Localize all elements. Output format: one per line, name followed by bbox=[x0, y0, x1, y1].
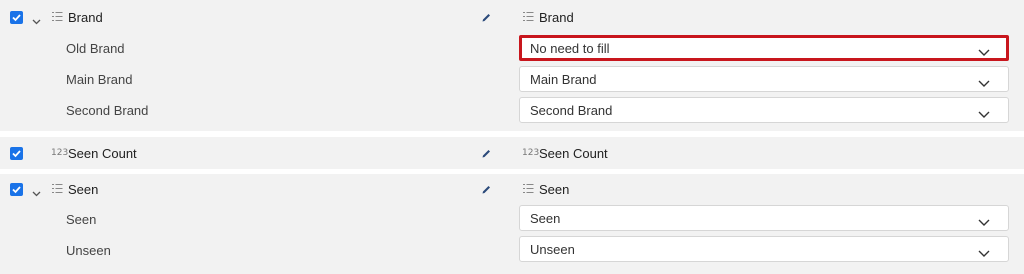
select-value: Second Brand bbox=[530, 103, 613, 118]
list-type-icon bbox=[522, 183, 534, 197]
field-group-seen: Seen Seen Seen Seen Unseen Unseen bbox=[0, 174, 1024, 274]
value-label: Main Brand bbox=[66, 72, 133, 87]
pencil-icon[interactable] bbox=[481, 11, 492, 26]
value-row: Seen Seen bbox=[0, 204, 1024, 235]
pencil-icon[interactable] bbox=[481, 183, 492, 198]
list-type-icon bbox=[51, 183, 63, 197]
mapped-field-name: Brand bbox=[539, 10, 574, 25]
value-label: Seen bbox=[66, 212, 97, 227]
field-name: Seen Count bbox=[68, 146, 137, 161]
value-select[interactable]: Unseen bbox=[519, 236, 1009, 262]
value-row: Second Brand Second Brand bbox=[0, 95, 1024, 126]
value-select[interactable]: Main Brand bbox=[519, 66, 1009, 92]
number-type-icon: 123 bbox=[522, 148, 540, 158]
checkbox-seen-count[interactable] bbox=[10, 147, 23, 160]
checkbox-seen[interactable] bbox=[10, 183, 23, 196]
field-row-seen: Seen Seen bbox=[0, 174, 1024, 205]
value-label: Old Brand bbox=[66, 41, 125, 56]
field-name: Brand bbox=[68, 10, 103, 25]
chevron-down-icon bbox=[978, 245, 990, 260]
field-group-brand: Brand Brand Old Brand No need to fill Ma… bbox=[0, 0, 1024, 131]
value-row: Unseen Unseen bbox=[0, 235, 1024, 266]
pencil-icon[interactable] bbox=[481, 147, 492, 162]
value-row: Main Brand Main Brand bbox=[0, 64, 1024, 95]
select-value: Seen bbox=[530, 211, 561, 226]
chevron-down-icon[interactable] bbox=[32, 185, 41, 200]
field-group-seen-count: 123 Seen Count 123 Seen Count bbox=[0, 137, 1024, 169]
value-select[interactable]: No need to fill bbox=[519, 35, 1009, 61]
value-row: Old Brand No need to fill bbox=[0, 33, 1024, 64]
field-row-seen-count: 123 Seen Count 123 Seen Count bbox=[0, 138, 1024, 169]
chevron-down-icon bbox=[978, 214, 990, 229]
select-value: Main Brand bbox=[530, 72, 597, 87]
checkbox-brand[interactable] bbox=[10, 11, 23, 24]
select-value: No need to fill bbox=[530, 41, 610, 56]
mapped-field-name: Seen bbox=[539, 182, 570, 197]
value-label: Unseen bbox=[66, 243, 111, 258]
value-select[interactable]: Seen bbox=[519, 205, 1009, 231]
number-type-icon: 123 bbox=[51, 148, 69, 158]
list-type-icon bbox=[51, 11, 63, 25]
chevron-down-icon bbox=[978, 106, 990, 121]
field-row-brand: Brand Brand bbox=[0, 2, 1024, 33]
mapped-field-name: Seen Count bbox=[539, 146, 608, 161]
field-name: Seen bbox=[68, 182, 99, 197]
chevron-down-icon[interactable] bbox=[32, 13, 41, 28]
list-type-icon bbox=[522, 11, 534, 25]
value-select[interactable]: Second Brand bbox=[519, 97, 1009, 123]
chevron-down-icon bbox=[978, 44, 990, 59]
select-value: Unseen bbox=[530, 242, 575, 257]
value-label: Second Brand bbox=[66, 103, 149, 118]
chevron-down-icon bbox=[978, 75, 990, 90]
